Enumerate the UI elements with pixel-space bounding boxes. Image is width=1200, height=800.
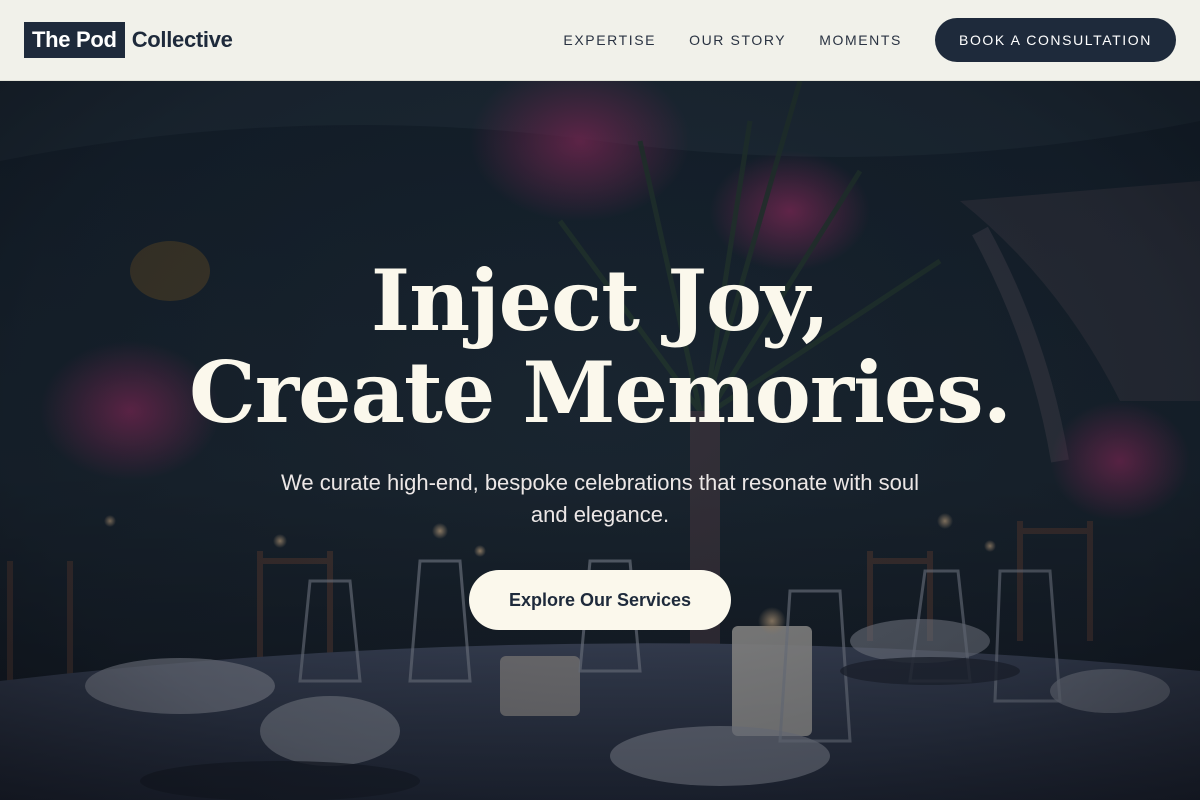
- explore-services-button[interactable]: Explore Our Services: [469, 570, 731, 630]
- hero-title-line-1: Inject Joy,: [370, 251, 830, 350]
- main-nav: EXPERTISE OUR STORY MOMENTS BOOK A CONSU…: [563, 18, 1176, 62]
- hero-title-line-2: Create Memories.: [189, 343, 1012, 442]
- hero-content: Inject Joy, Create Memories. We curate h…: [0, 81, 1200, 800]
- site-logo[interactable]: The Pod Collective: [24, 22, 233, 58]
- hero-subtitle: We curate high-end, bespoke celebrations…: [281, 470, 919, 527]
- logo-rest-text: Collective: [131, 27, 233, 52]
- book-consultation-button[interactable]: BOOK A CONSULTATION: [935, 18, 1176, 62]
- nav-link-moments[interactable]: MOMENTS: [819, 32, 902, 48]
- logo-box-text: The Pod: [24, 22, 125, 58]
- site-header: The Pod Collective EXPERTISE OUR STORY M…: [0, 0, 1200, 81]
- nav-link-expertise[interactable]: EXPERTISE: [563, 32, 656, 48]
- hero-title: Inject Joy, Create Memories.: [189, 251, 1012, 442]
- nav-link-our-story[interactable]: OUR STORY: [689, 32, 786, 48]
